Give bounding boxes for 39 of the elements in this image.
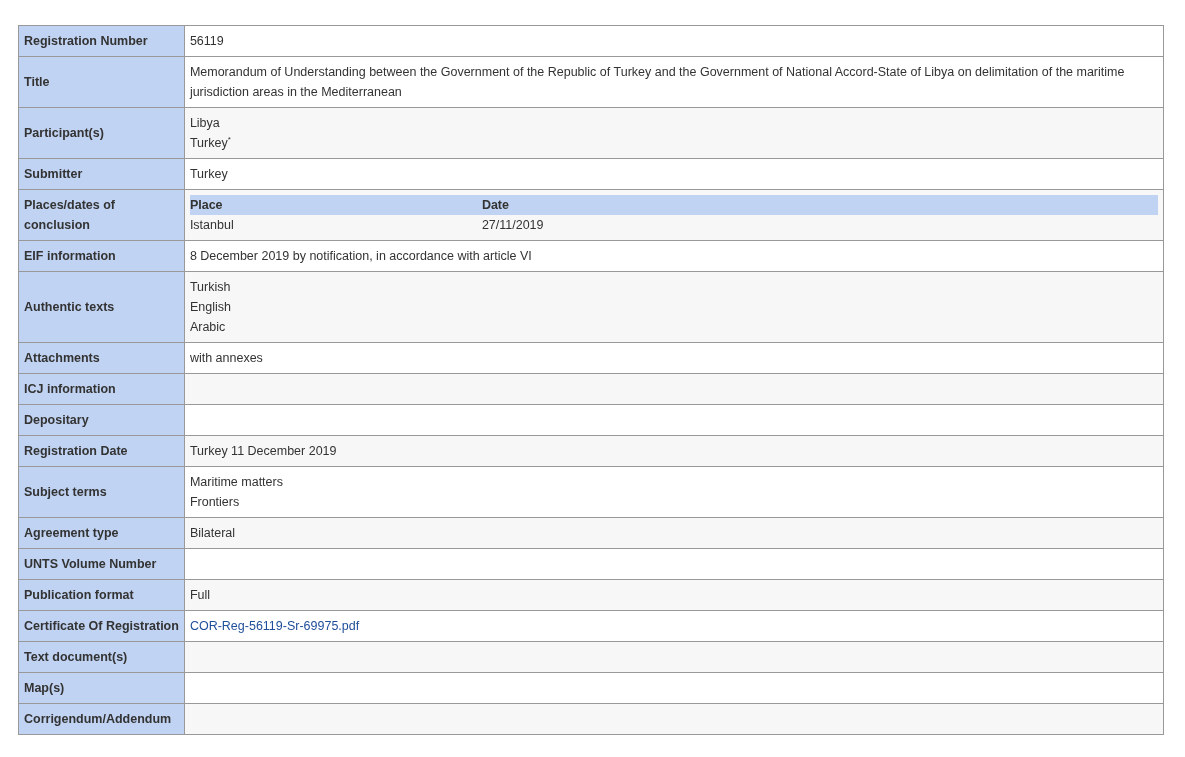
field-label: Corrigendum/Addendum — [18, 703, 185, 735]
column-header: Date — [481, 195, 1158, 215]
field-label: UNTS Volume Number — [18, 548, 185, 580]
field-value: Turkey 11 December 2019 — [189, 443, 338, 460]
field-value: Turkish — [189, 279, 232, 296]
field-value: Frontiers — [189, 494, 241, 511]
field-label: Publication format — [18, 579, 185, 611]
field-label: EIF information — [18, 240, 185, 272]
field-label: Subject terms — [18, 466, 185, 518]
field-value: 56119 — [189, 33, 225, 50]
field-label: Registration Number — [18, 25, 185, 57]
field-label: Text document(s) — [18, 641, 185, 673]
field-label: Title — [18, 56, 185, 108]
field-label: Participant(s) — [18, 107, 185, 159]
field-label: Agreement type — [18, 517, 185, 549]
field-value: Memorandum of Understanding between the Government of the Republic of Turkey and the Government of National Accord-State of Libya on delimitation of the maritime jurisdiction areas in the Mediterranean — [189, 64, 1126, 101]
table-cell-text: 27/11/2019 — [481, 217, 545, 234]
field-label: Map(s) — [18, 672, 185, 704]
field-value: Turkey$^{*}$ — [189, 133, 232, 152]
field-value: with annexes — [189, 350, 264, 367]
field-label: Attachments — [18, 342, 185, 374]
field-label: Submitter — [18, 158, 185, 190]
field-value: Maritime matters — [189, 474, 284, 491]
field-value: Arabic — [189, 319, 227, 336]
field-value: 8 December 2019 by notification, in accordance with article VI — [189, 248, 533, 265]
field-value: Libya — [189, 115, 221, 132]
field-value: Bilateral — [189, 525, 237, 542]
field-label: ICJ information — [18, 373, 185, 405]
table-cell-text: Istanbul — [189, 217, 235, 234]
field-label: Depositary — [18, 404, 185, 436]
column-header: Place — [189, 195, 482, 215]
field-label: Places/dates of conclusion — [18, 189, 185, 241]
field-label: Registration Date — [18, 435, 185, 467]
field-value: Turkey — [189, 166, 229, 183]
field-label: Authentic texts — [18, 271, 185, 343]
file-link[interactable]: COR-Reg-56119-Sr-69975.pdf — [189, 619, 360, 633]
field-value: Full — [189, 587, 212, 604]
field-label: Certificate Of Registration — [18, 610, 185, 642]
field-value: English — [189, 299, 232, 316]
